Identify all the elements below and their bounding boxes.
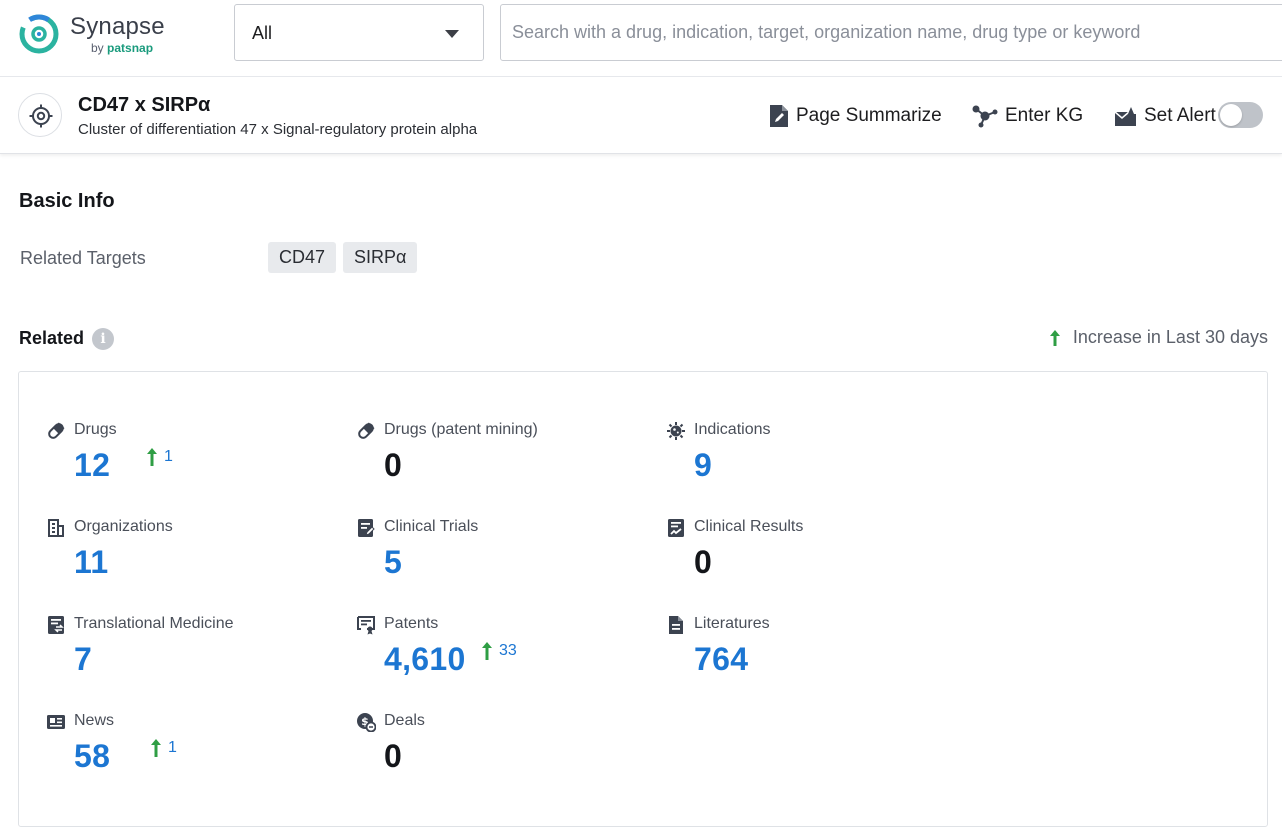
stat-deals-label: Deals <box>384 712 425 730</box>
brand-company: patsnap <box>107 41 153 55</box>
synapse-logo-icon <box>17 12 61 56</box>
stat-translational-medicine[interactable]: Translational Medicine 7 <box>46 615 346 695</box>
stat-news[interactable]: News 58 1 <box>46 712 346 792</box>
arrow-up-green-icon <box>150 738 162 758</box>
stat-literatures[interactable]: Literatures 764 <box>666 615 966 695</box>
document-transfer-icon <box>46 615 66 635</box>
clipboard-edit-icon <box>356 518 376 538</box>
stat-organizations-label: Organizations <box>74 518 173 536</box>
file-text-icon <box>666 615 686 635</box>
set-alert-button[interactable]: Set Alert <box>1114 104 1216 128</box>
stat-deals-value: 0 <box>384 738 402 775</box>
stat-drugs-patent-mining[interactable]: Drugs (patent mining) 0 <box>356 421 656 501</box>
stat-clinical-trials-value[interactable]: 5 <box>384 544 402 581</box>
related-title: Related <box>19 328 84 349</box>
page-summarize-button[interactable]: Page Summarize <box>768 104 942 128</box>
stat-news-increase-value: 1 <box>168 739 177 757</box>
stat-deals[interactable]: $ Deals 0 <box>356 712 656 792</box>
toggle-knob <box>1220 104 1242 126</box>
related-stats-panel: Drugs 12 1 Drugs (patent mining) 0 Indic… <box>18 371 1268 827</box>
increase-legend: Increase in Last 30 days <box>1049 327 1268 348</box>
synapse-logo[interactable]: Synapse by patsnap <box>17 12 187 56</box>
enter-kg-label: Enter KG <box>1005 105 1083 127</box>
stat-drugs-patent-mining-value: 0 <box>384 447 402 484</box>
stat-translational-medicine-value[interactable]: 7 <box>74 641 92 678</box>
set-alert-toggle[interactable] <box>1218 102 1263 128</box>
search-input[interactable] <box>500 4 1282 61</box>
mail-alert-icon <box>1114 105 1138 127</box>
stat-clinical-results-value: 0 <box>694 544 712 581</box>
stat-drugs-value[interactable]: 12 <box>74 447 110 484</box>
stat-indications[interactable]: Indications 9 <box>666 421 966 501</box>
entity-header: CD47 x SIRPα Cluster of differentiation … <box>0 77 1282 154</box>
page-summarize-label: Page Summarize <box>796 105 942 127</box>
stat-drugs-label: Drugs <box>74 421 117 439</box>
coin-icon: $ <box>356 712 376 732</box>
stat-literatures-value[interactable]: 764 <box>694 641 748 678</box>
entity-subtitle: Cluster of differentiation 47 x Signal-r… <box>78 121 477 138</box>
stat-translational-medicine-label: Translational Medicine <box>74 615 233 633</box>
stat-drugs-patent-mining-label: Drugs (patent mining) <box>384 421 538 439</box>
enter-kg-button[interactable]: Enter KG <box>971 104 1083 128</box>
stat-clinical-trials-label: Clinical Trials <box>384 518 478 536</box>
stat-clinical-results-label: Clinical Results <box>694 518 803 536</box>
stat-organizations-value[interactable]: 11 <box>74 544 108 581</box>
stat-patents-value[interactable]: 4,610 <box>384 641 466 678</box>
stat-patents-label: Patents <box>384 615 438 633</box>
certificate-icon <box>356 615 376 635</box>
stat-organizations[interactable]: Organizations 11 <box>46 518 346 598</box>
stat-indications-value[interactable]: 9 <box>694 447 712 484</box>
brand-byline: by patsnap <box>91 41 153 55</box>
info-icon[interactable]: i <box>92 328 114 350</box>
stat-drugs[interactable]: Drugs 12 1 <box>46 421 346 501</box>
brand-name: Synapse <box>70 13 165 41</box>
chart-document-icon <box>666 518 686 538</box>
stat-drugs-increase: 1 <box>146 447 173 467</box>
entity-title: CD47 x SIRPα <box>78 94 210 117</box>
stat-patents-increase: 33 <box>481 641 517 661</box>
stat-patents[interactable]: Patents 4,610 33 <box>356 615 656 695</box>
caret-down-icon <box>445 30 459 38</box>
arrow-up-green-icon <box>1049 329 1061 347</box>
knowledge-graph-icon <box>971 104 999 128</box>
arrow-up-green-icon <box>146 447 158 467</box>
stat-news-increase: 1 <box>150 738 177 758</box>
building-icon <box>46 518 66 538</box>
virus-icon <box>666 421 686 441</box>
stat-news-label: News <box>74 712 114 730</box>
set-alert-label: Set Alert <box>1144 105 1216 127</box>
document-edit-icon <box>768 104 790 128</box>
stat-patents-increase-value: 33 <box>499 642 517 660</box>
search-scope-select[interactable]: All <box>234 4 484 61</box>
search-scope-value: All <box>252 23 272 44</box>
stat-literatures-label: Literatures <box>694 615 770 633</box>
brand-by-text: by <box>91 41 104 55</box>
stat-clinical-results[interactable]: Clinical Results 0 <box>666 518 966 598</box>
newspaper-icon <box>46 712 66 732</box>
stat-indications-label: Indications <box>694 421 771 439</box>
arrow-up-green-icon <box>481 641 493 661</box>
top-header: Synapse by patsnap All <box>0 0 1282 77</box>
target-tag-sirpa[interactable]: SIRPα <box>343 242 417 273</box>
related-targets-label: Related Targets <box>20 248 146 269</box>
stat-drugs-increase-value: 1 <box>164 448 173 466</box>
stat-clinical-trials[interactable]: Clinical Trials 5 <box>356 518 656 598</box>
increase-legend-label: Increase in Last 30 days <box>1073 327 1268 348</box>
pill-icon <box>46 421 66 441</box>
target-tag-cd47[interactable]: CD47 <box>268 242 336 273</box>
target-icon <box>18 93 62 137</box>
pill-icon <box>356 421 376 441</box>
stat-news-value[interactable]: 58 <box>74 738 110 775</box>
basic-info-title: Basic Info <box>19 190 115 213</box>
